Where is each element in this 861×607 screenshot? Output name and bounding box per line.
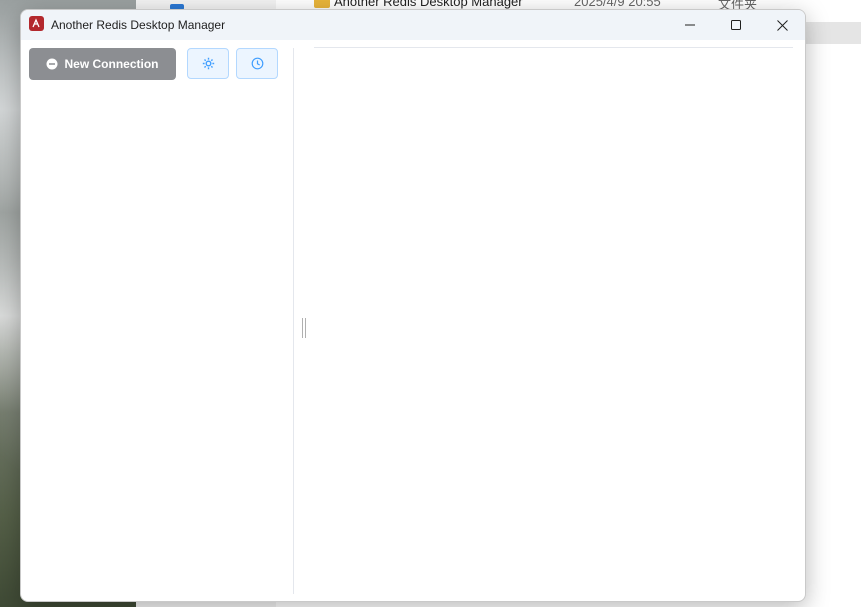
- panel-resize-handle[interactable]: [302, 318, 306, 338]
- explorer-row-date: 2025/4/9 20:55: [574, 0, 661, 9]
- panel-divider: [293, 48, 294, 594]
- app-logo-icon: [29, 16, 44, 31]
- history-button[interactable]: [236, 48, 278, 79]
- clock-icon: [251, 57, 263, 70]
- app-window: Another Redis Desktop Manager New Connec…: [20, 9, 806, 602]
- title-bar[interactable]: Another Redis Desktop Manager: [21, 10, 805, 40]
- maximize-icon: [731, 20, 741, 30]
- explorer-row-name[interactable]: Another Redis Desktop Manager: [334, 0, 523, 9]
- close-button[interactable]: [759, 10, 805, 40]
- maximize-button[interactable]: [713, 10, 759, 40]
- new-connection-button[interactable]: New Connection: [29, 48, 176, 80]
- circle-minus-icon: [46, 58, 58, 70]
- settings-button[interactable]: [187, 48, 229, 79]
- gear-icon: [202, 57, 214, 70]
- tabs-header-line: [314, 47, 793, 48]
- new-connection-label: New Connection: [64, 57, 159, 71]
- minimize-icon: [685, 24, 695, 26]
- close-icon: [776, 19, 788, 31]
- explorer-column-header: [804, 22, 861, 44]
- minimize-button[interactable]: [667, 10, 713, 40]
- folder-icon: [314, 0, 330, 8]
- window-title: Another Redis Desktop Manager: [51, 18, 226, 32]
